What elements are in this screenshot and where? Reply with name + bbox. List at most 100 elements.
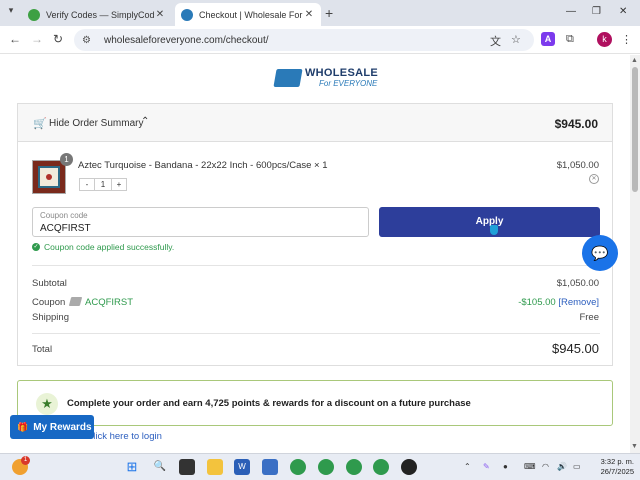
logo-subtext: For EVERYONE — [319, 79, 378, 88]
pen-icon[interactable]: ✎ — [483, 462, 490, 471]
coupon-placeholder: Coupon code — [40, 211, 88, 220]
notification-badge: 1 — [21, 456, 30, 465]
scroll-up-icon[interactable]: ▲ — [631, 57, 638, 64]
battery-icon[interactable]: ▭ — [573, 462, 581, 471]
store-icon[interactable] — [262, 459, 278, 475]
clock-date: 26/7/2025 — [600, 467, 634, 476]
minimize-icon[interactable]: — — [566, 6, 576, 17]
order-summary-header[interactable]: 🛒 Hide Order Summary ⌃ $945.00 — [18, 104, 612, 142]
clock-time: 3:32 p. m. — [600, 457, 634, 466]
summary-header-total: $945.00 — [554, 117, 598, 131]
discount-value: -$105.00 — [518, 297, 556, 308]
chrome-profile-icon[interactable] — [318, 459, 334, 475]
quantity-badge: 1 — [60, 153, 73, 166]
gift-icon: 🎁 — [17, 421, 29, 432]
divider — [32, 333, 600, 334]
page-scrollbar[interactable]: ▲ ▼ — [630, 55, 640, 453]
start-icon[interactable]: ⊞ — [124, 459, 140, 475]
shipping-label: Shipping — [32, 312, 69, 323]
product-thumbnail — [32, 160, 66, 194]
address-bar[interactable]: ⚙ wholesaleforeveryone.com/checkout/ — [74, 29, 534, 51]
rewards-message: Complete your order and earn 4,725 point… — [67, 398, 471, 409]
volume-icon[interactable]: 🔊 — [557, 462, 567, 471]
tab-search-icon[interactable]: ▾ — [4, 5, 18, 19]
chrome-profile-icon[interactable] — [373, 459, 389, 475]
remove-item-icon[interactable]: ✕ — [589, 174, 599, 184]
close-tab-icon[interactable]: ✕ — [303, 9, 315, 20]
decrease-button[interactable]: - — [79, 178, 95, 191]
close-tab-icon[interactable]: ✕ — [154, 9, 166, 20]
extensions-puzzle-icon[interactable]: ⧉ — [566, 33, 574, 46]
site-logo[interactable]: WHOLESALE For EVERYONE — [273, 67, 378, 88]
tab-checkout[interactable]: Checkout | Wholesale For Every ✕ — [175, 3, 321, 26]
tray-app-icon[interactable]: ● — [503, 462, 508, 471]
windows-taskbar: 1 ⊞ 🔍 W ⌃ ✎ ● ⌨ ◠ 🔊 ▭ 3:32 p. m. 26/7/20… — [0, 453, 640, 480]
product-price: $1,050.00 — [556, 160, 599, 171]
url-text: wholesaleforeveryone.com/checkout/ — [104, 34, 269, 46]
chrome-icon[interactable] — [290, 459, 306, 475]
quantity-stepper: - 1 + — [79, 178, 127, 191]
chrome-profile-icon[interactable] — [346, 459, 362, 475]
success-text: Coupon code applied successfully. — [44, 242, 175, 252]
checkout-page: WHOLESALE For EVERYONE 🛒 Hide Order Summ… — [0, 55, 630, 453]
forward-icon[interactable]: → — [31, 32, 43, 46]
total-value: $945.00 — [552, 341, 599, 356]
coupon-input-value[interactable]: ACQFIRST — [40, 223, 91, 234]
rewards-banner: ★ Complete your order and earn 4,725 poi… — [17, 380, 613, 426]
chat-bubble-icon[interactable]: 💬 — [582, 235, 618, 271]
quantity-value[interactable]: 1 — [95, 178, 111, 191]
tab-title: Checkout | Wholesale For Every — [199, 9, 303, 20]
increase-button[interactable]: + — [111, 178, 127, 191]
word-icon[interactable]: W — [234, 459, 250, 475]
simplycodes-favicon-icon — [28, 8, 40, 21]
tab-strip: ▾ Verify Codes — SimplyCodes ✕ Checkout … — [0, 0, 640, 26]
wifi-icon[interactable]: ◠ — [542, 462, 549, 471]
star-icon: ★ — [36, 393, 58, 415]
check-circle-icon: ✓ — [32, 243, 40, 251]
tray-chevron-icon[interactable]: ⌃ — [464, 462, 471, 471]
file-explorer-icon[interactable] — [207, 459, 223, 475]
keyboard-icon[interactable]: ⌨ — [524, 462, 536, 471]
scrollbar-thumb[interactable] — [632, 67, 638, 192]
product-name: Aztec Turquoise - Bandana - 22x22 Inch -… — [78, 160, 328, 171]
discount-row: -$105.00 [Remove] — [518, 297, 599, 308]
restore-icon[interactable]: ❐ — [592, 6, 601, 17]
back-icon[interactable]: ← — [9, 32, 21, 46]
shipping-value: Free — [579, 312, 599, 323]
divider — [32, 265, 600, 266]
my-rewards-button[interactable]: 🎁 My Rewards — [10, 415, 94, 439]
wholesale-favicon-icon — [181, 8, 193, 21]
tag-icon — [68, 297, 83, 306]
hide-summary-toggle[interactable]: Hide Order Summary — [49, 118, 143, 129]
login-link[interactable]: Click here to login — [86, 431, 162, 442]
coupon-field[interactable]: Coupon code ACQFIRST — [32, 207, 369, 237]
remove-coupon-link[interactable]: [Remove] — [558, 297, 599, 308]
tab-title: Verify Codes — SimplyCodes — [46, 9, 154, 20]
clock[interactable]: 3:32 p. m. 26/7/2025 — [590, 457, 634, 477]
order-summary: 🛒 Hide Order Summary ⌃ $945.00 1 Aztec T… — [17, 103, 613, 366]
coupon-label: Coupon — [32, 297, 66, 308]
task-view-icon[interactable] — [179, 459, 195, 475]
my-rewards-label: My Rewards — [33, 421, 92, 433]
hand-cursor-icon — [490, 225, 498, 235]
browser-toolbar: ← → ↻ ⚙ wholesaleforeveryone.com/checkou… — [0, 26, 640, 54]
logo-text: WHOLESALE — [305, 67, 378, 79]
profile-avatar[interactable]: k — [597, 32, 612, 47]
scroll-down-icon[interactable]: ▼ — [631, 443, 638, 450]
total-label: Total — [32, 344, 53, 355]
search-icon[interactable]: 🔍 — [152, 459, 168, 475]
menu-kebab-icon[interactable]: ⋮ — [621, 33, 632, 46]
site-info-icon[interactable]: ⚙ — [82, 35, 96, 46]
app-icon[interactable] — [401, 459, 417, 475]
close-window-icon[interactable]: ✕ — [619, 6, 627, 17]
logo-box-icon — [273, 68, 303, 87]
bookmark-star-icon[interactable]: ☆ — [511, 33, 521, 46]
translate-icon[interactable]: 文 — [490, 33, 501, 49]
tab-verify-codes[interactable]: Verify Codes — SimplyCodes ✕ — [22, 3, 172, 26]
extension-icon[interactable]: A — [541, 32, 555, 46]
new-tab-icon[interactable]: + — [325, 5, 333, 21]
coupon-success-message: ✓ Coupon code applied successfully. — [32, 242, 174, 252]
reload-icon[interactable]: ↻ — [53, 32, 63, 46]
subtotal-value: $1,050.00 — [556, 278, 599, 289]
chevron-up-icon[interactable]: ⌃ — [141, 116, 149, 127]
